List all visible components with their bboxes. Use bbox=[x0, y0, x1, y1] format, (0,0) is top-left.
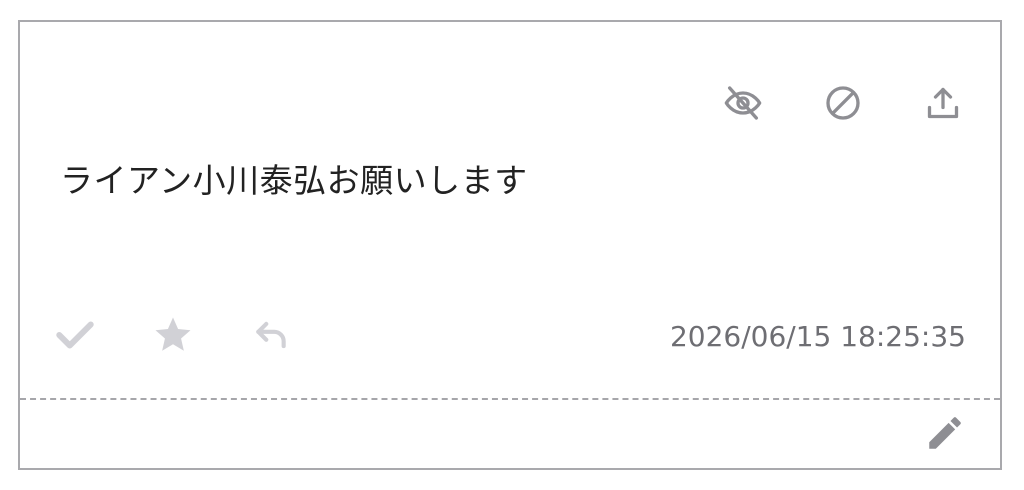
edit-button[interactable] bbox=[924, 412, 966, 454]
hide-button[interactable] bbox=[722, 82, 764, 124]
star-icon bbox=[155, 317, 191, 351]
post-timestamp: 2026/06/15 18:25:35 bbox=[669, 320, 966, 353]
card-divider bbox=[20, 398, 1000, 400]
reply-icon bbox=[256, 321, 286, 349]
check-button[interactable] bbox=[54, 314, 96, 356]
post-message: ライアン小川泰弘お願いします bbox=[60, 161, 528, 200]
post-actions bbox=[54, 314, 292, 356]
share-button[interactable] bbox=[922, 82, 964, 124]
reply-button[interactable] bbox=[250, 314, 292, 356]
pencil-icon bbox=[929, 417, 961, 449]
check-icon bbox=[56, 321, 94, 349]
post-toolbar bbox=[722, 82, 964, 124]
ban-icon bbox=[826, 86, 860, 120]
post-card: ライアン小川泰弘お願いします 2026/06/15 18:25:35 bbox=[18, 20, 1002, 470]
block-button[interactable] bbox=[822, 82, 864, 124]
upload-icon bbox=[927, 87, 959, 119]
star-button[interactable] bbox=[152, 314, 194, 356]
eye-slash-icon bbox=[724, 86, 762, 120]
